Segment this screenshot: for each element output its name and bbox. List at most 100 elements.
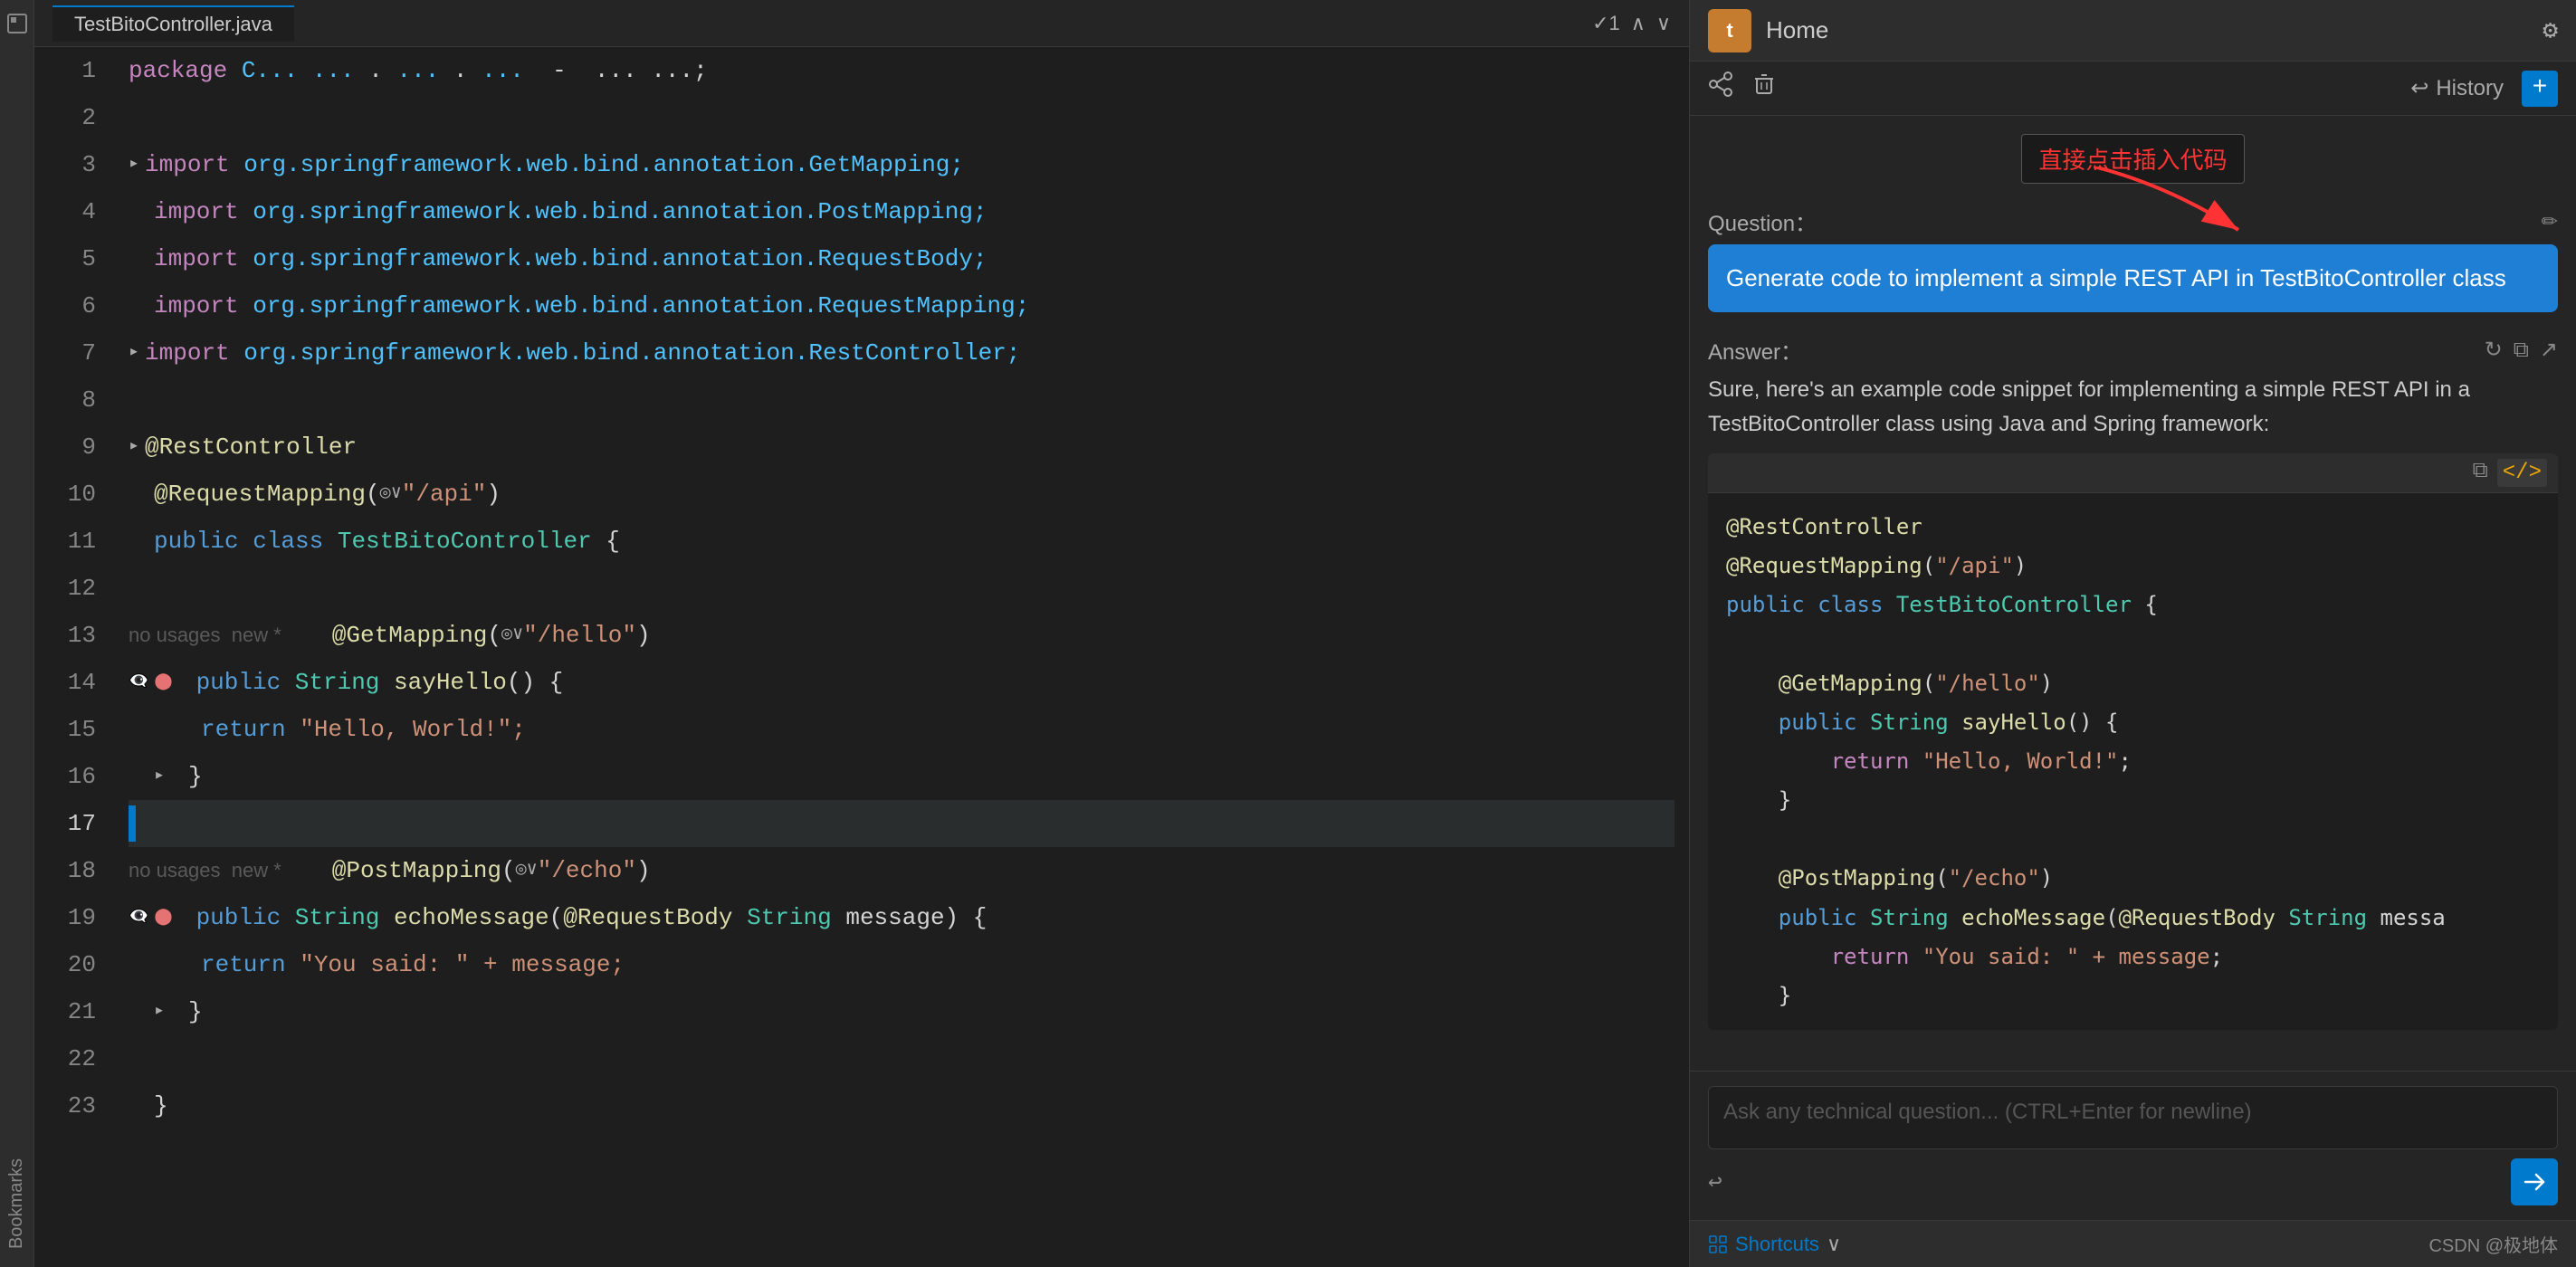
code-line-10: @RequestMapping(◎∨"/api") (129, 471, 1674, 518)
down-icon[interactable]: ∨ (1656, 12, 1671, 35)
shortcuts-text: Shortcuts (1735, 1233, 1819, 1256)
code-line-2 (129, 94, 1674, 141)
qa-section: 直接点击插入代码 Question： ✏ Generate code to im (1690, 116, 2576, 1071)
line-12: 12 (34, 565, 96, 612)
code-block-line-9 (1726, 820, 2540, 859)
code-block-header: ⧉ </> (1708, 453, 2558, 493)
question-input[interactable]: Ask any technical question... (CTRL+Ente… (1708, 1086, 2558, 1149)
code-block-line-3: public class TestBitoController { (1726, 586, 2540, 624)
code-line-17 (129, 800, 1674, 847)
undo-icon[interactable]: ↩ (1708, 1168, 1722, 1196)
code-block-line-13: } (1726, 976, 2540, 1015)
code-line-1: package C... ... . ... . ... - ... ...; (129, 47, 1674, 94)
line-23: 23 (34, 1082, 96, 1129)
code-line-22 (129, 1035, 1674, 1082)
history-label: History (2436, 76, 2504, 101)
code-line-18: no usages new * @PostMapping(◎∨"/echo") (129, 847, 1674, 894)
line-14: 14 (34, 659, 96, 706)
code-line-20: return "You said: " + message; (129, 941, 1674, 988)
code-container: 1 2 3 4 5 6 7 8 9 10 11 12 13 14 15 16 1… (34, 47, 1689, 1267)
code-block-line-8: } (1726, 781, 2540, 820)
code-line-5: import org.springframework.web.bind.anno… (129, 235, 1674, 282)
embed-code-icon[interactable]: </> (2497, 459, 2547, 487)
trash-icon[interactable] (1751, 71, 1777, 105)
panel-logo: t (1708, 9, 1751, 52)
code-line-14: 👁‍🗨 ⬤ public String sayHello() { (129, 659, 1674, 706)
left-sidebar: Bookmarks (0, 0, 34, 1267)
code-line-15: return "Hello, World!"; (129, 706, 1674, 753)
editor-area: TestBitoController.java ✓1 ∧ ∨ 1 2 3 4 5… (34, 0, 1689, 1267)
code-block-line-11: public String echoMessage(@RequestBody S… (1726, 899, 2540, 938)
edit-question-icon[interactable]: ✏ (2542, 210, 2558, 233)
line-8: 8 (34, 376, 96, 424)
input-placeholder: Ask any technical question... (CTRL+Ente… (1723, 1100, 2252, 1125)
code-line-6: import org.springframework.web.bind.anno… (129, 282, 1674, 329)
editor-tab[interactable]: TestBitoController.java (52, 5, 294, 42)
code-line-13: no usages new * @GetMapping(◎∨"/hello") (129, 612, 1674, 659)
code-line-8 (129, 376, 1674, 424)
code-block-line-5: @GetMapping("/hello") (1726, 664, 2540, 703)
code-block-line-10: @PostMapping("/echo") (1726, 859, 2540, 898)
shortcuts-label[interactable]: Shortcuts ∨ (1708, 1233, 1841, 1256)
line-5: 5 (34, 235, 96, 282)
new-conversation-button[interactable]: + (2522, 71, 2558, 107)
up-icon[interactable]: ∧ (1631, 12, 1646, 35)
code-line-4: import org.springframework.web.bind.anno… (129, 188, 1674, 235)
code-line-16: ▸ } (129, 753, 1674, 800)
code-line-19: 👁‍🗨 ⬤ public String echoMessage(@Request… (129, 894, 1674, 941)
code-block-line-6: public String sayHello() { (1726, 703, 2540, 742)
share-answer-icon[interactable]: ↗ (2540, 337, 2558, 363)
line-20: 20 (34, 941, 96, 988)
answer-label: Answer： ↻ ⧉ ↗ (1708, 334, 2558, 366)
line-18: 18 (34, 847, 96, 894)
panel-toolbar: ↩ History + (1690, 62, 2576, 116)
send-button[interactable] (2511, 1158, 2558, 1205)
code-block-line-1: @RestController (1726, 508, 2540, 547)
settings-icon[interactable]: ⚙ (2543, 14, 2558, 46)
input-toolbar: ↩ (1708, 1158, 2558, 1205)
shortcuts-chevron: ∨ (1827, 1233, 1841, 1256)
line-6: 6 (34, 282, 96, 329)
question-bubble: Generate code to implement a simple REST… (1708, 244, 2558, 312)
code-line-21: ▸ } (129, 988, 1674, 1035)
line-7: 7 (34, 329, 96, 376)
code-line-12 (129, 565, 1674, 612)
copy-answer-icon[interactable]: ⧉ (2514, 338, 2529, 363)
code-block: ⧉ </> @RestController @RequestMapping("/… (1708, 453, 2558, 1030)
history-button[interactable]: ↩ History (2410, 75, 2504, 101)
line-10: 10 (34, 471, 96, 518)
code-block-line-12: return "You said: " + message; (1726, 938, 2540, 976)
line-1: 1 (34, 47, 96, 94)
csdn-label: CSDN @极地体 (2428, 1231, 2558, 1257)
answer-actions: ↻ ⧉ ↗ (2485, 337, 2558, 363)
code-block-line-4 (1726, 624, 2540, 663)
code-block-line-2: @RequestMapping("/api") (1726, 547, 2540, 586)
shortcuts-bar: Shortcuts ∨ CSDN @极地体 (1690, 1220, 2576, 1267)
code-line-9: ▸ @RestController (129, 424, 1674, 471)
line-19: 19 (34, 894, 96, 941)
check-mark-icon: ✓1 (1592, 12, 1620, 35)
line-15: 15 (34, 706, 96, 753)
line-16: 16 (34, 753, 96, 800)
refresh-icon[interactable]: ↻ (2485, 337, 2503, 363)
line-numbers: 1 2 3 4 5 6 7 8 9 10 11 12 13 14 15 16 1… (34, 47, 114, 1267)
code-line-7: ▸ import org.springframework.web.bind.an… (129, 329, 1674, 376)
line-22: 22 (34, 1035, 96, 1082)
bookmarks-label: Bookmarks (6, 1158, 27, 1249)
project-icon[interactable] (3, 9, 32, 38)
code-line-3: ▸ import org.springframework.web.bind.an… (129, 141, 1674, 188)
line-17: 17 (34, 800, 96, 847)
answer-section: Answer： ↻ ⧉ ↗ Sure, here's an example co… (1708, 327, 2558, 1030)
copy-code-icon[interactable]: ⧉ (2473, 459, 2488, 487)
share-icon[interactable] (1708, 71, 1733, 105)
history-icon: ↩ (2410, 75, 2428, 101)
line-4: 4 (34, 188, 96, 235)
code-line-23: } (129, 1082, 1674, 1129)
ai-panel: t Home ⚙ ↩ Histor (1689, 0, 2576, 1267)
line-2: 2 (34, 94, 96, 141)
answer-text: Sure, here's an example code snippet for… (1708, 373, 2558, 443)
line-13: 13 (34, 612, 96, 659)
line-9: 9 (34, 424, 96, 471)
panel-title: Home (1766, 16, 1828, 44)
line-3: 3 (34, 141, 96, 188)
